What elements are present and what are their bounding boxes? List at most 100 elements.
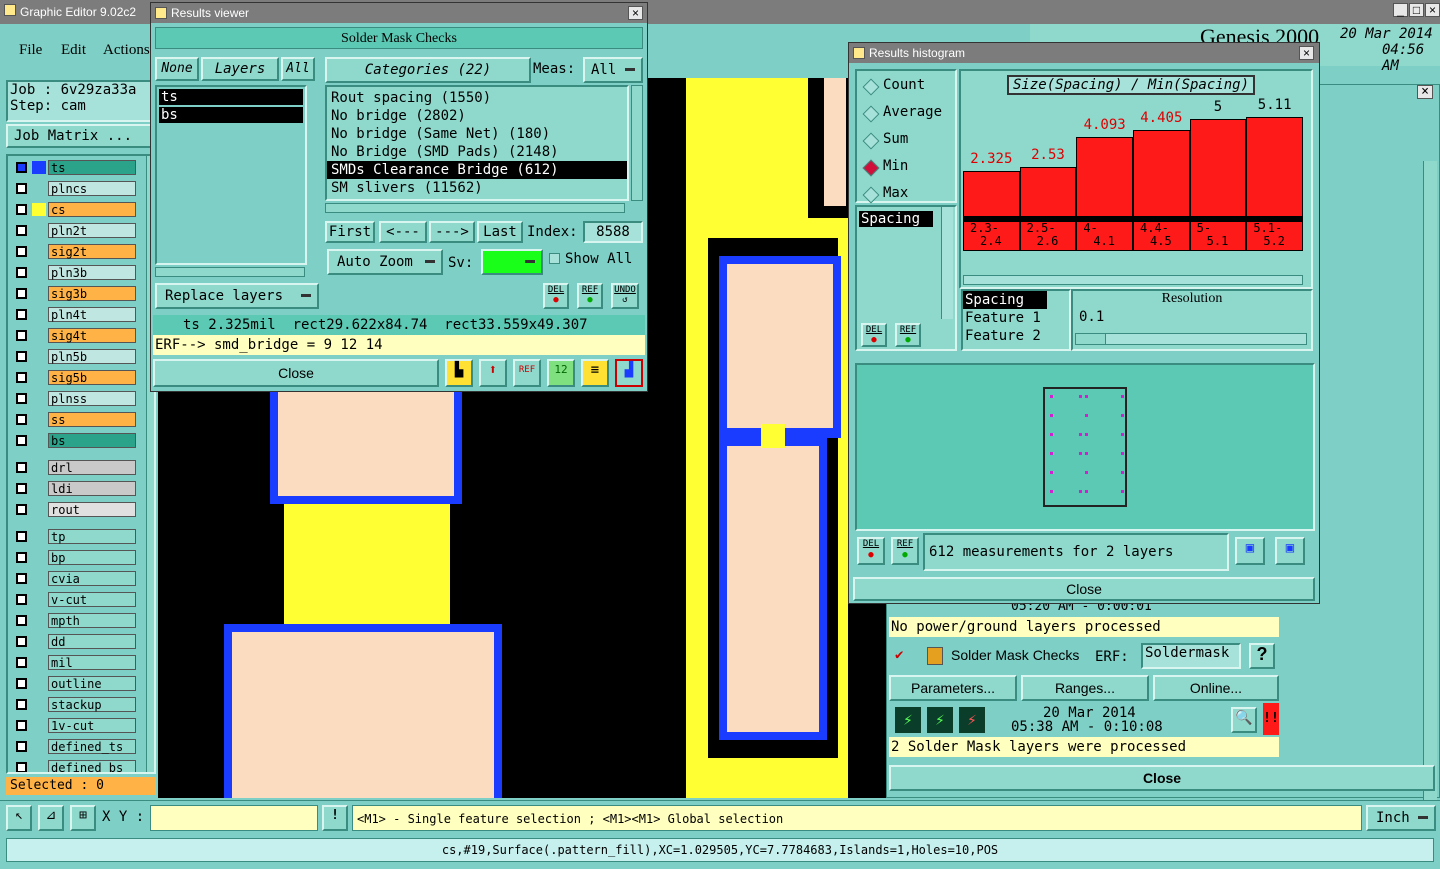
layer-name[interactable]: ldi bbox=[48, 481, 136, 496]
layer-row-ss[interactable]: ss bbox=[10, 412, 136, 427]
export-icon[interactable]: ⬆ bbox=[479, 359, 507, 387]
layer-row-plnss[interactable]: plnss bbox=[10, 391, 136, 406]
zoom-icon[interactable]: 🔍 bbox=[1231, 707, 1257, 733]
layer-row-pln2t[interactable]: pln2t bbox=[10, 223, 136, 238]
preview-ref-button[interactable]: REF ● bbox=[891, 537, 919, 565]
layer-row-stackup[interactable]: stackup bbox=[10, 697, 136, 712]
layer-checkbox[interactable] bbox=[16, 414, 27, 425]
xy-input[interactable] bbox=[150, 805, 318, 831]
layer-name[interactable]: sig2t bbox=[48, 244, 136, 259]
radio-icon[interactable] bbox=[862, 132, 880, 150]
grid-tool-icon[interactable]: ⊞ bbox=[70, 805, 96, 831]
hist-del-button[interactable]: DEL ● bbox=[861, 323, 887, 347]
layer-name[interactable]: dd bbox=[48, 634, 136, 649]
tab-all[interactable]: All bbox=[281, 57, 315, 81]
layer-checkbox[interactable] bbox=[16, 330, 27, 341]
layer-checkbox[interactable] bbox=[16, 183, 27, 194]
measure-tool-icon[interactable]: ⊿ bbox=[38, 805, 64, 831]
layer-checkbox[interactable] bbox=[16, 531, 27, 542]
layer-row-tp[interactable]: tp bbox=[10, 529, 136, 544]
hist-ref-button[interactable]: REF ● bbox=[895, 323, 921, 347]
layer-color-swatch[interactable] bbox=[32, 182, 46, 195]
layer-row-bs[interactable]: bs bbox=[10, 433, 136, 448]
layer-checkbox[interactable] bbox=[16, 615, 27, 626]
histogram-list-scrollbar[interactable] bbox=[941, 207, 953, 319]
select-tool-icon[interactable]: ↖ bbox=[6, 805, 32, 831]
units-select[interactable]: Inch bbox=[1366, 805, 1436, 831]
rv-close-button[interactable]: Close bbox=[153, 359, 439, 387]
layer-name[interactable]: cvia bbox=[48, 571, 136, 586]
layer-color-swatch[interactable] bbox=[32, 572, 46, 585]
layer-color-swatch[interactable] bbox=[32, 350, 46, 363]
category-scrollbar[interactable] bbox=[631, 85, 643, 201]
layer-checkbox[interactable] bbox=[16, 225, 27, 236]
category-hscrollbar[interactable] bbox=[325, 203, 625, 213]
layer-checkbox[interactable] bbox=[16, 246, 27, 257]
layer-row-v-cut[interactable]: v-cut bbox=[10, 592, 136, 607]
mode-option-max[interactable]: Max bbox=[857, 185, 953, 205]
auto-zoom-button[interactable]: Auto Zoom bbox=[327, 249, 443, 275]
category-item[interactable]: SM slivers (11562) bbox=[327, 179, 627, 197]
layer-checkbox[interactable] bbox=[16, 636, 27, 647]
layer-name[interactable]: pln5b bbox=[48, 349, 136, 364]
results-viewer-close-icon[interactable]: × bbox=[628, 6, 643, 20]
help-button[interactable]: ? bbox=[1249, 643, 1275, 669]
layer-name[interactable]: defined_bs bbox=[48, 760, 136, 772]
mode-option-average[interactable]: Average bbox=[857, 104, 953, 124]
layer-color-swatch[interactable] bbox=[32, 677, 46, 690]
menu-edit[interactable]: Edit bbox=[61, 42, 86, 59]
layer-color-swatch[interactable] bbox=[32, 413, 46, 426]
layer-row-mpth[interactable]: mpth bbox=[10, 613, 136, 628]
mode-option-count[interactable]: Count bbox=[857, 77, 953, 97]
layer-checkbox[interactable] bbox=[16, 720, 27, 731]
layer-checkbox[interactable] bbox=[16, 594, 27, 605]
layer-row-drl[interactable]: drl bbox=[10, 460, 136, 475]
analysis-scrollbar[interactable] bbox=[1423, 161, 1437, 801]
layer-name[interactable]: drl bbox=[48, 460, 136, 475]
alert-button[interactable]: ! bbox=[322, 805, 348, 831]
layer-name[interactable]: sig3b bbox=[48, 286, 136, 301]
menu-actions[interactable]: Actions bbox=[103, 42, 150, 59]
layer-checkbox[interactable] bbox=[16, 657, 27, 668]
maximize-icon[interactable]: □ bbox=[1409, 3, 1424, 17]
check-enabled-icon[interactable]: ✔ bbox=[895, 647, 903, 663]
feature-list-item[interactable]: Spacing bbox=[963, 291, 1047, 309]
result-layer-item[interactable]: bs bbox=[159, 107, 303, 123]
layer-color-swatch[interactable] bbox=[32, 635, 46, 648]
layer-color-swatch[interactable] bbox=[32, 698, 46, 711]
layer-row-mil[interactable]: mil bbox=[10, 655, 136, 670]
layer-color-swatch[interactable] bbox=[32, 761, 46, 772]
layer-color-swatch[interactable] bbox=[32, 740, 46, 753]
radio-icon[interactable] bbox=[862, 78, 880, 96]
layer-color-swatch[interactable] bbox=[32, 203, 46, 216]
preview-del-button[interactable]: DEL ● bbox=[857, 537, 885, 565]
layer-color-swatch[interactable] bbox=[32, 329, 46, 342]
prev-button[interactable]: <--- bbox=[379, 221, 427, 243]
layer-row-cvia[interactable]: cvia bbox=[10, 571, 136, 586]
layer-color-swatch[interactable] bbox=[32, 434, 46, 447]
index-field[interactable]: 8588 bbox=[583, 221, 643, 243]
layer-row-dd[interactable]: dd bbox=[10, 634, 136, 649]
histogram-bar[interactable] bbox=[1076, 137, 1133, 217]
run-icon-1[interactable]: ⚡ bbox=[895, 707, 921, 733]
run-icon-3[interactable]: ⚡ bbox=[959, 707, 985, 733]
rv-ref-button[interactable]: REF ● bbox=[577, 283, 603, 309]
histogram-close-icon[interactable]: × bbox=[1299, 46, 1314, 60]
histogram-bar[interactable] bbox=[963, 171, 1020, 217]
layer-checkbox[interactable] bbox=[16, 393, 27, 404]
layer-name[interactable]: defined_ts bbox=[48, 739, 136, 754]
layer-list-scrollbar[interactable] bbox=[155, 267, 305, 277]
parameters-button[interactable]: Parameters... bbox=[889, 675, 1017, 701]
layer-color-swatch[interactable] bbox=[32, 224, 46, 237]
histogram-bar[interactable] bbox=[1133, 130, 1190, 217]
layer-name[interactable]: pln2t bbox=[48, 223, 136, 238]
layer-checkbox[interactable] bbox=[16, 204, 27, 215]
layer-checkbox[interactable] bbox=[16, 351, 27, 362]
histogram-icon[interactable]: ▟ bbox=[615, 359, 643, 387]
layer-color-swatch[interactable] bbox=[32, 593, 46, 606]
radio-icon[interactable] bbox=[862, 159, 880, 177]
layer-row-sig4t[interactable]: sig4t bbox=[10, 328, 136, 343]
menu-file[interactable]: File bbox=[19, 42, 42, 59]
layer-name[interactable]: bp bbox=[48, 550, 136, 565]
layer-checkbox[interactable] bbox=[16, 762, 27, 772]
